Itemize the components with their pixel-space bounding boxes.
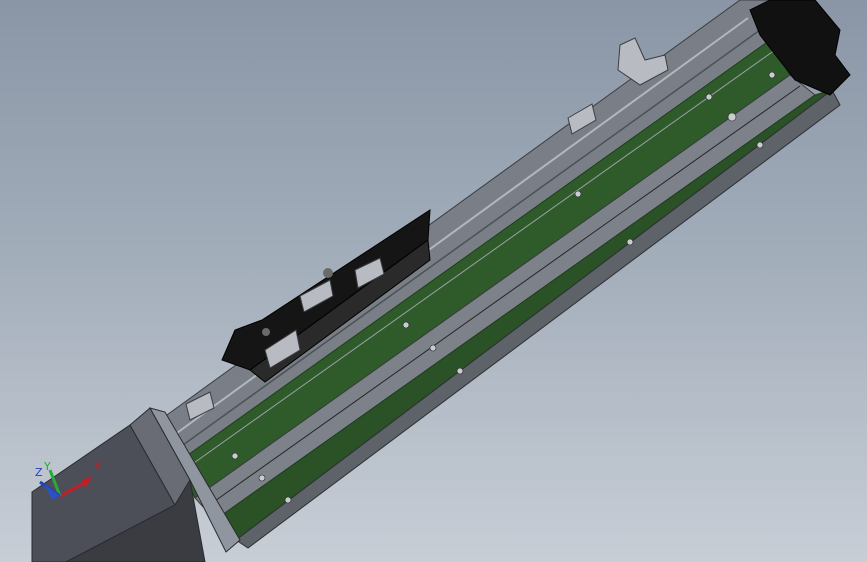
triad-label-x: X — [94, 460, 102, 473]
triad-label-z: Z — [35, 466, 43, 479]
upper-green-face — [177, 39, 791, 499]
triad-label-y: Y — [43, 460, 51, 473]
cad-scene[interactable]: X Y Z — [0, 0, 867, 562]
cad-viewport[interactable]: X Y Z — [0, 0, 867, 562]
linear-module-body[interactable] — [159, 0, 841, 549]
